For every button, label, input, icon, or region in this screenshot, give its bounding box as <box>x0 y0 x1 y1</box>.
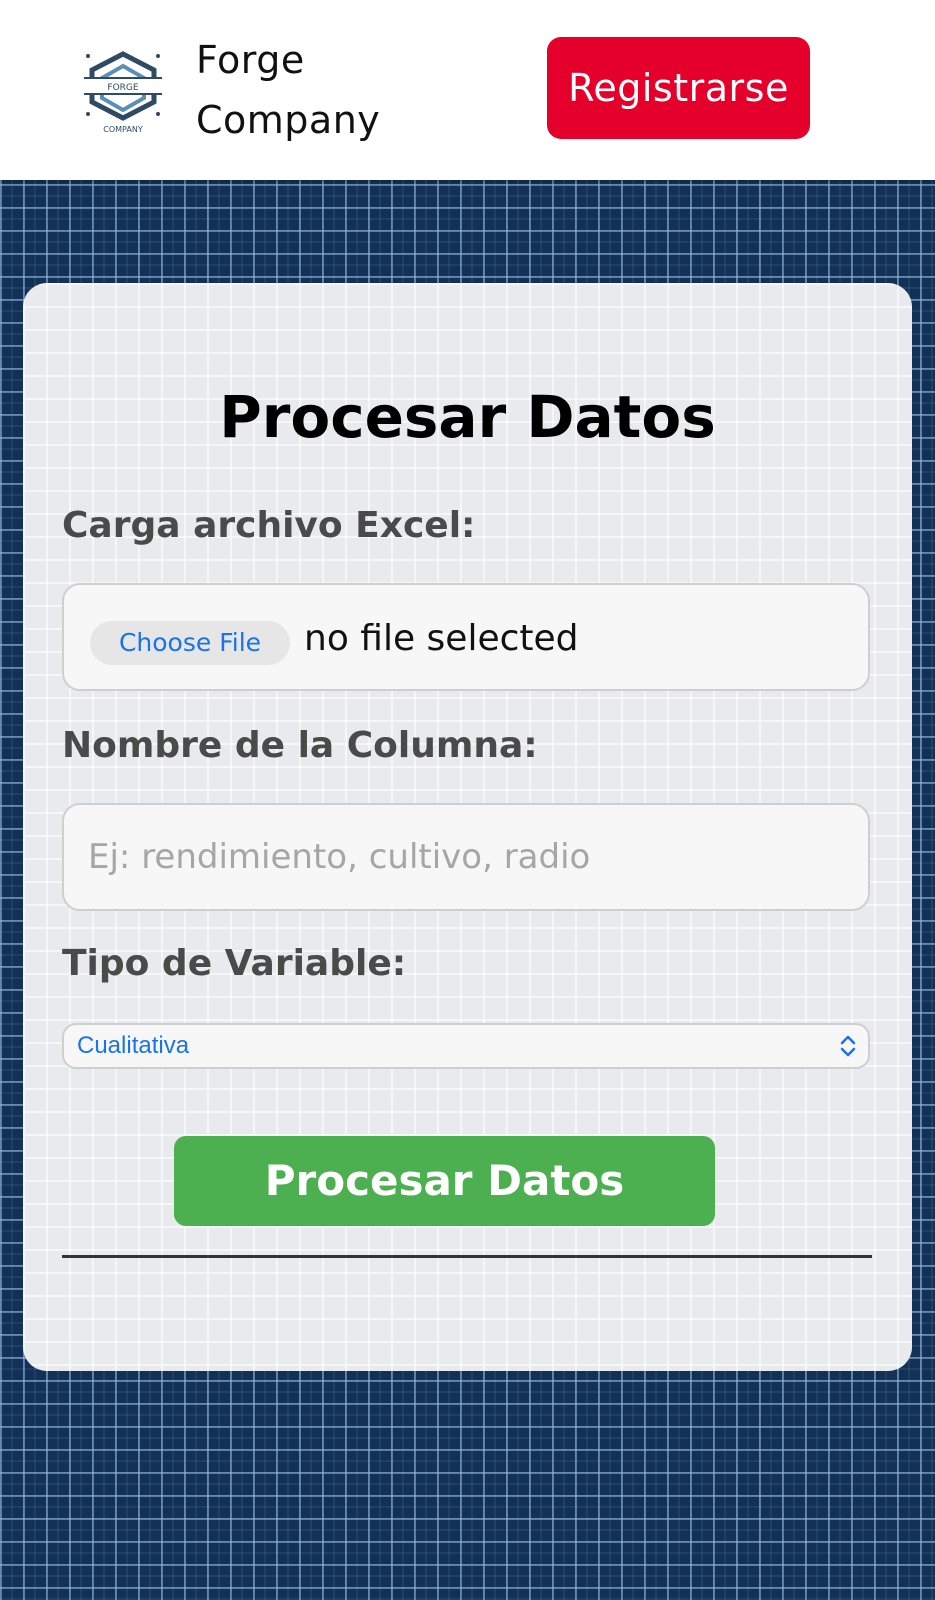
process-data-card: Procesar Datos Carga archivo Excel: Choo… <box>23 283 912 1371</box>
variable-type-value: Cualitativa <box>77 1032 190 1059</box>
chevron-up-down-icon <box>840 1035 856 1057</box>
page-title: Procesar Datos <box>219 383 716 451</box>
brand-name[interactable]: Forge Company <box>196 30 380 150</box>
column-name-label: Nombre de la Columna: <box>62 725 538 766</box>
variable-type-label: Tipo de Variable: <box>62 943 407 984</box>
forge-company-logo[interactable]: FORGE COMPANY <box>80 48 166 136</box>
process-data-button[interactable]: Procesar Datos <box>174 1136 715 1226</box>
svg-text:FORGE: FORGE <box>107 83 138 93</box>
brand-line-2: Company <box>196 98 381 142</box>
svg-text:COMPANY: COMPANY <box>103 125 143 134</box>
register-button[interactable]: Registrarse <box>547 37 810 139</box>
file-upload-field[interactable]: Choose File no file selected <box>62 583 870 691</box>
choose-file-button[interactable]: Choose File <box>90 621 290 665</box>
file-status-text: no file selected <box>304 618 579 659</box>
file-upload-label: Carga archivo Excel: <box>62 505 476 546</box>
brand-line-1: Forge <box>196 38 305 82</box>
variable-type-select[interactable]: Cualitativa <box>62 1023 870 1069</box>
site-header: FORGE COMPANY Forge Company Registrarse <box>0 0 935 180</box>
divider <box>62 1255 872 1258</box>
column-name-input[interactable] <box>62 803 870 911</box>
